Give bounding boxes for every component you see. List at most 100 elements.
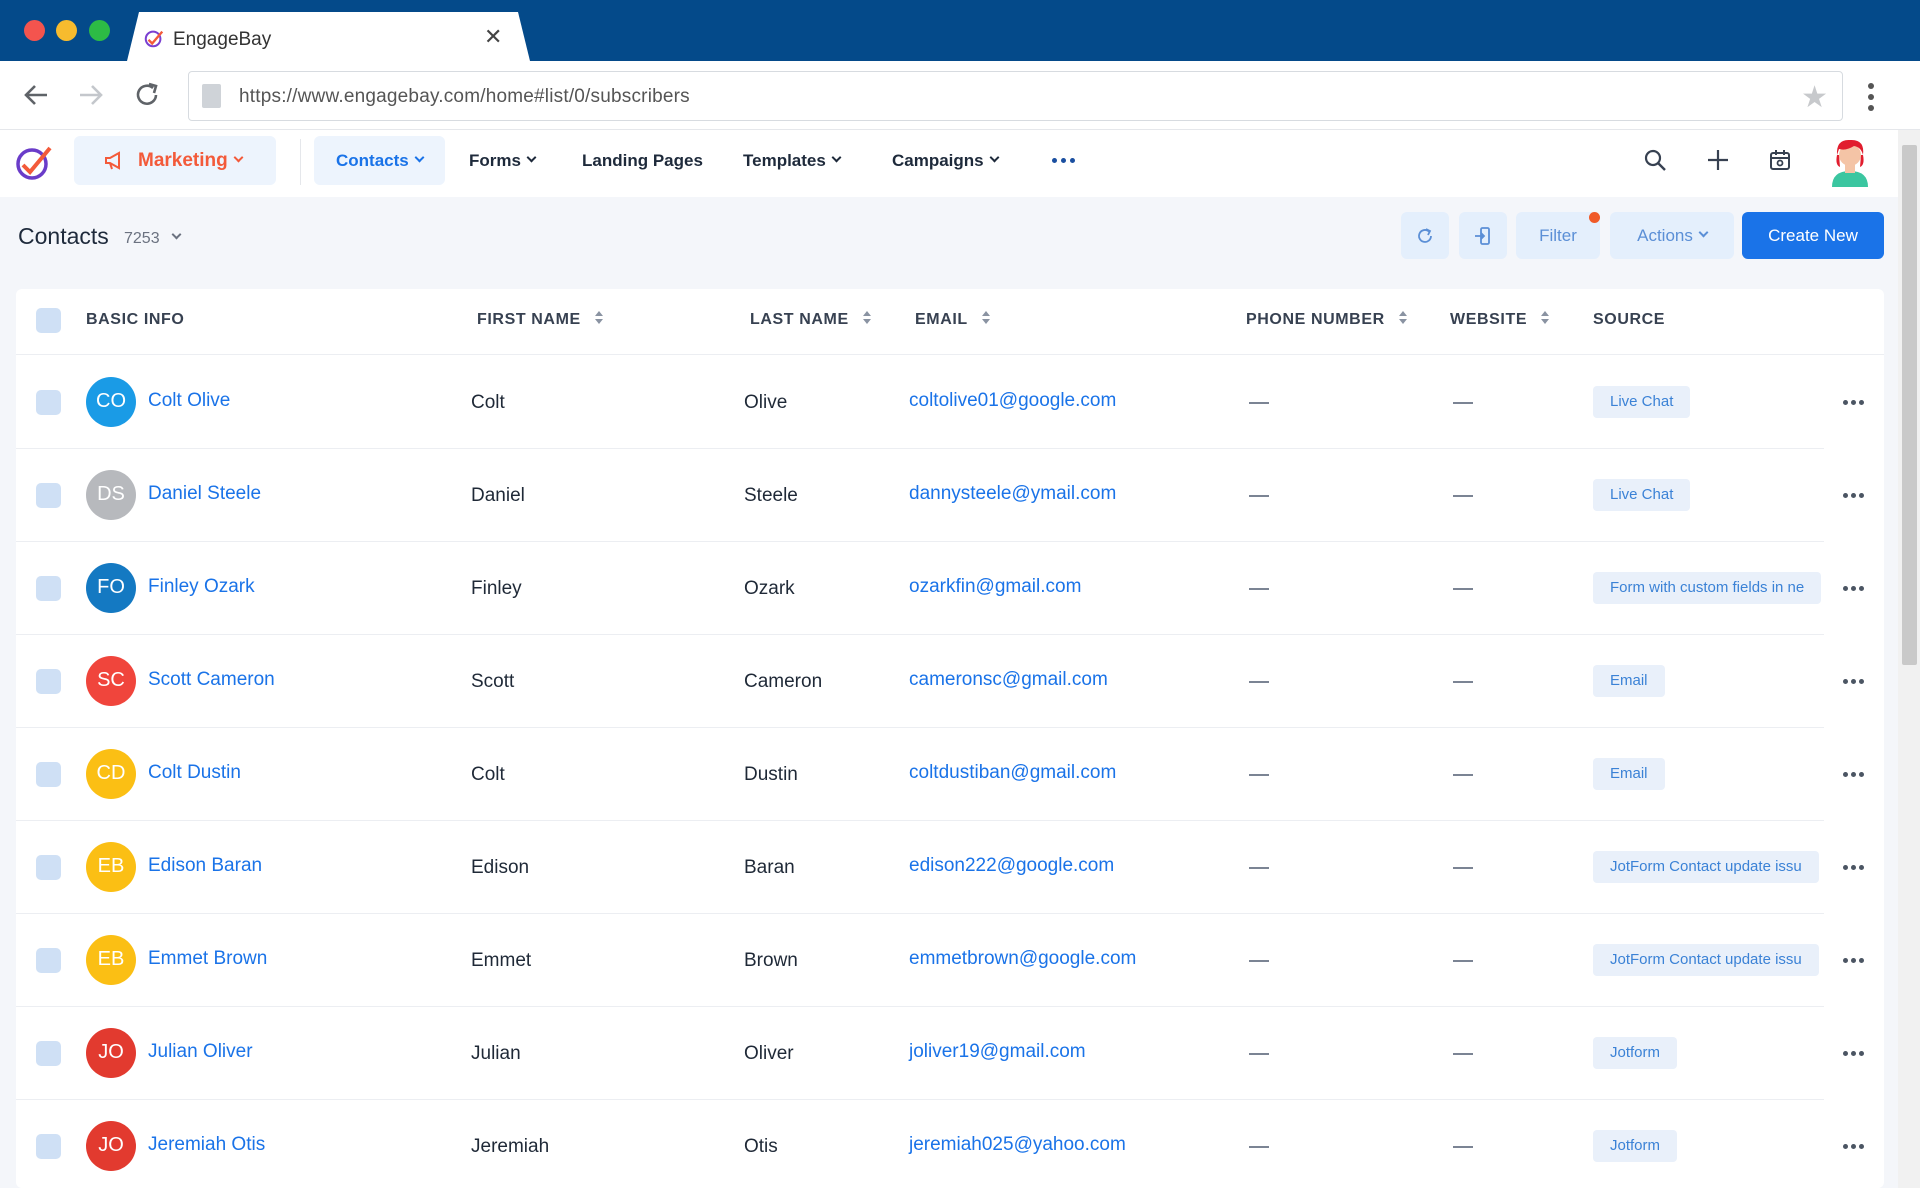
- row-more-icon[interactable]: [1843, 585, 1864, 591]
- last-name-cell: Otis: [744, 1135, 778, 1157]
- scrollbar-thumb[interactable]: [1902, 145, 1917, 665]
- create-new-button[interactable]: Create New: [1742, 212, 1884, 259]
- contact-name-link[interactable]: Jeremiah Otis: [148, 1134, 265, 1156]
- row-checkbox[interactable]: [36, 575, 61, 601]
- address-bar[interactable]: https://www.engagebay.com/home#list/0/su…: [188, 71, 1843, 121]
- contact-name-link[interactable]: Scott Cameron: [148, 669, 275, 691]
- contact-name-link[interactable]: Edison Baran: [148, 855, 262, 877]
- contact-name-link[interactable]: Colt Olive: [148, 390, 230, 412]
- add-icon[interactable]: [1703, 145, 1733, 175]
- first-name-cell: Edison: [471, 856, 530, 878]
- row-checkbox[interactable]: [36, 389, 61, 415]
- search-icon[interactable]: [1640, 145, 1670, 175]
- engagebay-logo-icon[interactable]: [14, 140, 56, 182]
- header-website[interactable]: WEBSITE: [1450, 311, 1550, 329]
- tab-close-icon[interactable]: ✕: [484, 24, 502, 50]
- last-name-cell: Ozark: [744, 577, 795, 599]
- sort-icon[interactable]: [594, 311, 603, 325]
- calendar-icon[interactable]: [1765, 145, 1795, 175]
- row-more-icon[interactable]: [1843, 957, 1864, 963]
- browser-menu-icon[interactable]: [1868, 83, 1874, 116]
- contact-name-link[interactable]: Emmet Brown: [148, 948, 267, 970]
- phone-empty-dash: [1249, 401, 1269, 404]
- contact-avatar: CD: [86, 748, 136, 799]
- refresh-button[interactable]: [1401, 212, 1449, 259]
- nav-campaigns[interactable]: Campaigns: [892, 136, 1000, 185]
- row-more-icon[interactable]: [1843, 864, 1864, 870]
- phone-empty-dash: [1249, 1145, 1269, 1148]
- header-first-name[interactable]: FIRST NAME: [477, 311, 603, 329]
- header-basic-info: BASIC INFO: [86, 311, 185, 328]
- engagebay-favicon-icon: [144, 30, 164, 48]
- website-empty-dash: [1453, 959, 1473, 962]
- row-checkbox[interactable]: [36, 761, 61, 787]
- filter-button[interactable]: Filter: [1516, 212, 1600, 259]
- contact-avatar: CO: [86, 376, 136, 427]
- email-link[interactable]: edison222@google.com: [909, 855, 1114, 877]
- window-maximize-dot[interactable]: [89, 20, 110, 41]
- window-minimize-dot[interactable]: [56, 20, 77, 41]
- row-more-icon[interactable]: [1843, 1050, 1864, 1056]
- window-close-dot[interactable]: [24, 20, 45, 41]
- first-name-cell: Colt: [471, 763, 505, 785]
- nav-landing-pages[interactable]: Landing Pages: [582, 136, 703, 185]
- contact-name-link[interactable]: Colt Dustin: [148, 762, 241, 784]
- row-more-icon[interactable]: [1843, 1143, 1864, 1149]
- row-checkbox[interactable]: [36, 1040, 61, 1066]
- row-divider: [16, 1006, 1824, 1007]
- contact-avatar: DS: [86, 469, 136, 520]
- sort-icon[interactable]: [981, 311, 990, 325]
- email-link[interactable]: emmetbrown@google.com: [909, 948, 1136, 970]
- email-link[interactable]: dannysteele@ymail.com: [909, 483, 1116, 505]
- contact-name-link[interactable]: Daniel Steele: [148, 483, 261, 505]
- first-name-cell: Julian: [471, 1042, 521, 1064]
- nav-templates[interactable]: Templates: [743, 136, 842, 185]
- filter-label: Filter: [1539, 225, 1577, 245]
- contact-name-link[interactable]: Finley Ozark: [148, 576, 255, 598]
- import-button[interactable]: [1459, 212, 1507, 259]
- sort-icon[interactable]: [862, 311, 871, 325]
- header-email[interactable]: EMAIL: [915, 311, 990, 329]
- bookmark-star-icon[interactable]: ★: [1801, 80, 1828, 115]
- marketing-module-button[interactable]: Marketing: [74, 136, 276, 185]
- email-link[interactable]: coltolive01@google.com: [909, 390, 1116, 412]
- browser-tab[interactable]: EngageBay ✕: [127, 12, 530, 61]
- user-avatar[interactable]: [1824, 135, 1876, 187]
- header-phone-number[interactable]: PHONE NUMBER: [1246, 311, 1407, 329]
- phone-empty-dash: [1249, 1052, 1269, 1055]
- nav-forms-label: Forms: [469, 150, 521, 170]
- email-link[interactable]: cameronsc@gmail.com: [909, 669, 1108, 691]
- actions-label: Actions: [1637, 225, 1693, 245]
- contact-avatar: SC: [86, 655, 136, 706]
- row-checkbox[interactable]: [36, 482, 61, 508]
- page-icon: [202, 84, 221, 108]
- nav-forms[interactable]: Forms: [469, 136, 537, 185]
- header-last-name[interactable]: LAST NAME: [750, 311, 871, 329]
- forward-arrow-icon[interactable]: [73, 77, 109, 113]
- email-link[interactable]: coltdustiban@gmail.com: [909, 762, 1116, 784]
- email-link[interactable]: ozarkfin@gmail.com: [909, 576, 1081, 598]
- row-checkbox[interactable]: [36, 947, 61, 973]
- row-checkbox[interactable]: [36, 1133, 61, 1159]
- website-empty-dash: [1453, 866, 1473, 869]
- row-more-icon[interactable]: [1843, 399, 1864, 405]
- sort-icon[interactable]: [1398, 311, 1407, 325]
- email-link[interactable]: joliver19@gmail.com: [909, 1041, 1086, 1063]
- row-more-icon[interactable]: [1843, 492, 1864, 498]
- first-name-cell: Colt: [471, 391, 505, 413]
- email-link[interactable]: jeremiah025@yahoo.com: [909, 1134, 1126, 1156]
- row-checkbox[interactable]: [36, 668, 61, 694]
- nav-contacts[interactable]: Contacts: [314, 136, 445, 185]
- nav-more-icon[interactable]: [1052, 158, 1075, 163]
- row-checkbox[interactable]: [36, 854, 61, 880]
- select-all-checkbox[interactable]: [36, 308, 61, 333]
- contact-avatar: EB: [86, 841, 136, 892]
- contact-name-link[interactable]: Julian Oliver: [148, 1041, 253, 1063]
- reload-icon[interactable]: [129, 77, 165, 113]
- actions-button[interactable]: Actions: [1610, 212, 1734, 259]
- back-arrow-icon[interactable]: [18, 77, 54, 113]
- row-more-icon[interactable]: [1843, 771, 1864, 777]
- sort-icon[interactable]: [1541, 311, 1550, 325]
- chevron-down-icon: [1698, 227, 1709, 238]
- row-more-icon[interactable]: [1843, 678, 1864, 684]
